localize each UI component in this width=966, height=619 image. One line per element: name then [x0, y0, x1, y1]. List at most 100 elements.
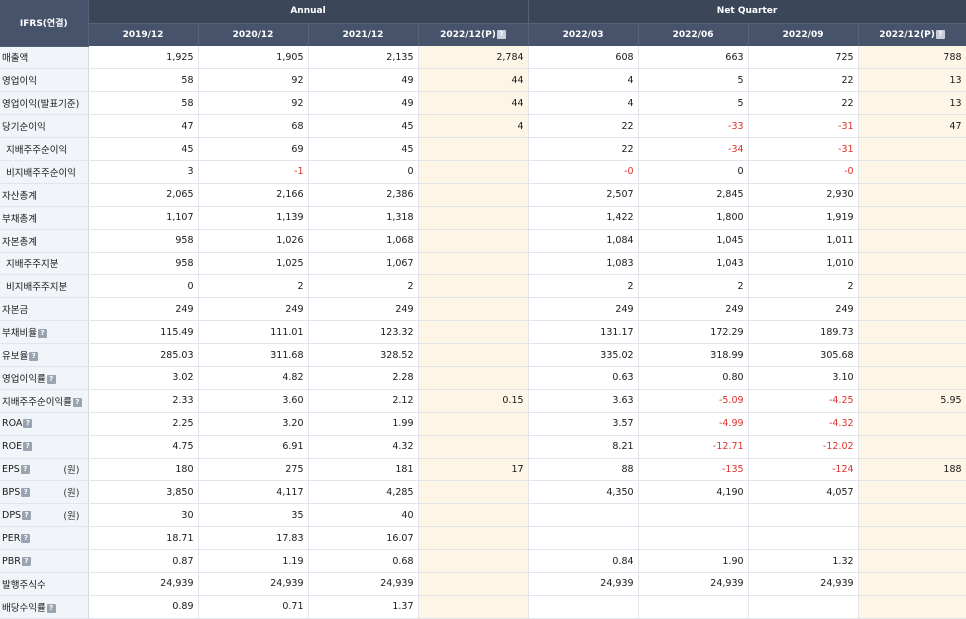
value-cell: 40 [308, 503, 419, 528]
value-cell [528, 595, 639, 619]
value-cell: -4.25 [748, 389, 859, 413]
value-cell: 16.07 [308, 526, 419, 551]
value-cell: 958 [88, 252, 199, 276]
value-cell: 958 [88, 229, 199, 253]
help-icon[interactable]: ? [29, 352, 39, 362]
table-row: ROA? 2.25 3.20 1.99 3.57 -4.99 -4.32 [0, 412, 966, 436]
value-cell: 2,930 [748, 183, 859, 207]
info-icon[interactable]: ? [935, 29, 945, 39]
column-header-label: 2019/12 [122, 29, 164, 40]
value-cell [418, 183, 529, 207]
value-cell: 22 [748, 68, 859, 93]
value-cell: 1.32 [748, 549, 859, 573]
row-label-cell: PER? [0, 526, 89, 551]
value-cell: 0.84 [528, 549, 639, 573]
table-row: 부채비율? 115.49 111.01 123.32 131.17 172.29 189.7… [0, 320, 966, 345]
value-cell [418, 160, 529, 184]
value-cell: 1.19 [198, 549, 309, 573]
row-label-cell: 지배주주지분 [0, 252, 89, 276]
value-cell: 0.68 [308, 549, 419, 573]
value-cell: -12.71 [638, 435, 749, 459]
value-cell: 88 [528, 458, 639, 482]
value-cell: -0 [528, 160, 639, 184]
help-icon[interactable]: ? [21, 556, 31, 566]
table-row: 매출액 1,925 1,905 2,135 2,784 608 663 725 788 [0, 46, 966, 70]
table-row: 부채총계 1,107 1,139 1,318 1,422 1,800 1,919 [0, 206, 966, 230]
value-cell: 2.25 [88, 412, 199, 436]
table-row: DPS? (원) 30 35 40 [0, 503, 966, 528]
value-cell: 22 [528, 137, 639, 161]
value-cell: 328.52 [308, 343, 419, 367]
help-icon[interactable]: ? [46, 603, 56, 613]
value-cell [418, 137, 529, 161]
value-cell [418, 297, 529, 322]
value-cell [858, 412, 966, 436]
row-label-cell: EPS? (원) [0, 458, 89, 482]
row-label: 지배주주순이익률 [2, 396, 72, 408]
value-cell: 1,010 [748, 252, 859, 276]
row-label: 지배주주지분 [6, 259, 59, 271]
value-cell [418, 274, 529, 299]
info-icon[interactable]: ? [496, 29, 506, 39]
value-cell: 0.71 [198, 595, 309, 619]
value-cell: 318.99 [638, 343, 749, 367]
value-cell [638, 503, 749, 528]
value-cell [418, 320, 529, 345]
value-cell [858, 343, 966, 367]
value-cell: 2,065 [88, 183, 199, 207]
value-cell: 3.10 [748, 366, 859, 390]
help-icon[interactable]: ? [37, 329, 47, 339]
value-cell: 4,057 [748, 480, 859, 505]
value-cell: 180 [88, 458, 199, 482]
value-cell [858, 183, 966, 207]
value-cell: 1,067 [308, 252, 419, 276]
help-icon[interactable]: ? [72, 397, 82, 407]
value-cell: 2 [748, 274, 859, 299]
row-label: 자본총계 [2, 236, 37, 248]
value-cell: 35 [198, 503, 309, 528]
row-label: DPS [2, 509, 22, 521]
value-cell: 4.82 [198, 366, 309, 390]
value-cell [858, 206, 966, 230]
help-icon[interactable]: ? [23, 442, 33, 452]
value-cell: 45 [308, 137, 419, 161]
value-cell [528, 526, 639, 551]
row-label-cell: 유보율? [0, 343, 89, 367]
value-cell [858, 252, 966, 276]
help-icon[interactable]: ? [46, 374, 56, 384]
value-cell: -0 [748, 160, 859, 184]
value-cell [528, 503, 639, 528]
value-cell: 3 [88, 160, 199, 184]
value-cell: 1,045 [638, 229, 749, 253]
row-label-cell: 비지배주주순이익 [0, 160, 89, 184]
row-label-cell: PBR? [0, 549, 89, 573]
value-cell: 47 [858, 114, 966, 139]
help-icon[interactable]: ? [20, 464, 30, 474]
value-cell: 249 [88, 297, 199, 322]
value-cell: 92 [198, 91, 309, 116]
help-icon[interactable]: ? [21, 533, 31, 543]
help-icon[interactable]: ? [23, 419, 33, 429]
table-row: 영업이익률? 3.02 4.82 2.28 0.63 0.80 3.10 [0, 366, 966, 390]
row-label: 영업이익(발표기준) [2, 99, 80, 111]
value-cell [418, 435, 529, 459]
value-cell: 1,107 [88, 206, 199, 230]
value-cell: 49 [308, 68, 419, 93]
row-label-cell: 지배주주순이익률? [0, 389, 89, 413]
value-cell: 13 [858, 91, 966, 116]
value-cell: 725 [748, 46, 859, 70]
column-header-1: 2020/12 [198, 23, 309, 46]
value-cell: 3,850 [88, 480, 199, 505]
help-icon[interactable]: ? [21, 487, 31, 497]
row-label-cell: ROA? [0, 412, 89, 436]
value-cell [418, 229, 529, 253]
value-cell: 4 [528, 68, 639, 93]
value-cell: 2,784 [418, 46, 529, 70]
value-cell: 115.49 [88, 320, 199, 345]
value-cell: -31 [748, 114, 859, 139]
value-cell: 1,139 [198, 206, 309, 230]
value-cell: 2.28 [308, 366, 419, 390]
value-cell: 1.90 [638, 549, 749, 573]
help-icon[interactable]: ? [22, 510, 32, 520]
value-cell: 172.29 [638, 320, 749, 345]
